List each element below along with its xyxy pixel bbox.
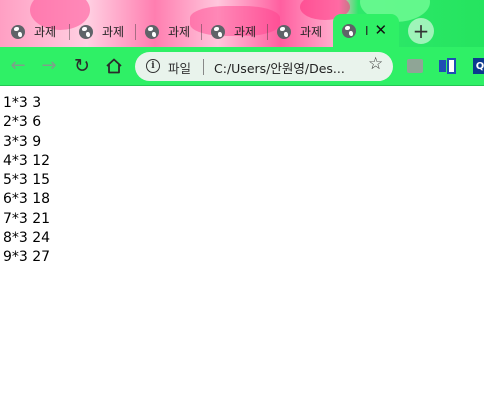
globe-icon (277, 24, 291, 39)
browser-tab[interactable]: 과제 (2, 16, 70, 47)
text-line: 9*3 27 (3, 249, 51, 266)
new-tab-button[interactable]: + (408, 18, 434, 44)
browser-toolbar: ← → ↻ i 파일 C:/Users/안원영/Des... ☆ Q (0, 47, 484, 86)
globe-icon (211, 24, 225, 39)
back-arrow-icon[interactable]: ← (7, 55, 29, 77)
text-line: 2*3 6 (3, 114, 42, 131)
text-line: 7*3 21 (3, 210, 51, 227)
reload-icon[interactable]: ↻ (71, 55, 93, 77)
globe-icon (79, 24, 93, 39)
tab-title: I (365, 23, 369, 38)
globe-icon (11, 24, 25, 39)
omnibox-divider (203, 59, 204, 75)
text-line: 5*3 15 (3, 172, 51, 189)
tab-title: 과제 (168, 25, 191, 39)
text-line: 4*3 12 (3, 152, 51, 169)
tab-title: 과제 (234, 25, 257, 39)
address-bar[interactable]: i 파일 C:/Users/안원영/Des... ☆ (135, 52, 393, 81)
text-line: 8*3 24 (3, 230, 51, 247)
url-text[interactable]: C:/Users/안원영/Des... (214, 58, 362, 77)
text-line: 3*3 9 (3, 133, 42, 150)
tab-title: 과제 (300, 25, 323, 39)
tab-strip: 과제 과제 과제 과제 과제 I ✕ + (0, 0, 484, 47)
page-content: 1*3 3 2*3 6 3*3 9 4*3 12 5*3 15 6*3 18 7… (3, 94, 50, 268)
text-line: 6*3 18 (3, 191, 51, 208)
browser-tab[interactable]: 과제 (268, 16, 332, 47)
browser-tab[interactable]: 과제 (136, 16, 202, 47)
home-icon[interactable] (103, 55, 125, 77)
browser-tab[interactable]: 과제 (202, 16, 268, 47)
extension-gray-icon[interactable] (407, 59, 423, 73)
extension-blue-icon[interactable] (439, 58, 456, 74)
tab-title: 과제 (102, 25, 125, 39)
tab-title: 과제 (34, 25, 57, 39)
close-tab-icon[interactable]: ✕ (375, 23, 388, 38)
scheme-label: 파일 (168, 61, 192, 76)
browser-tab-active[interactable]: I ✕ (333, 14, 399, 47)
bookmark-star-icon[interactable]: ☆ (368, 56, 383, 73)
browser-tab[interactable]: 과제 (70, 16, 136, 47)
globe-icon (342, 23, 356, 38)
info-icon[interactable]: i (146, 59, 160, 73)
extension-q-icon[interactable]: Q (473, 58, 484, 74)
text-line: 1*3 3 (3, 95, 42, 111)
globe-icon (145, 24, 159, 39)
forward-arrow-icon[interactable]: → (38, 55, 60, 77)
